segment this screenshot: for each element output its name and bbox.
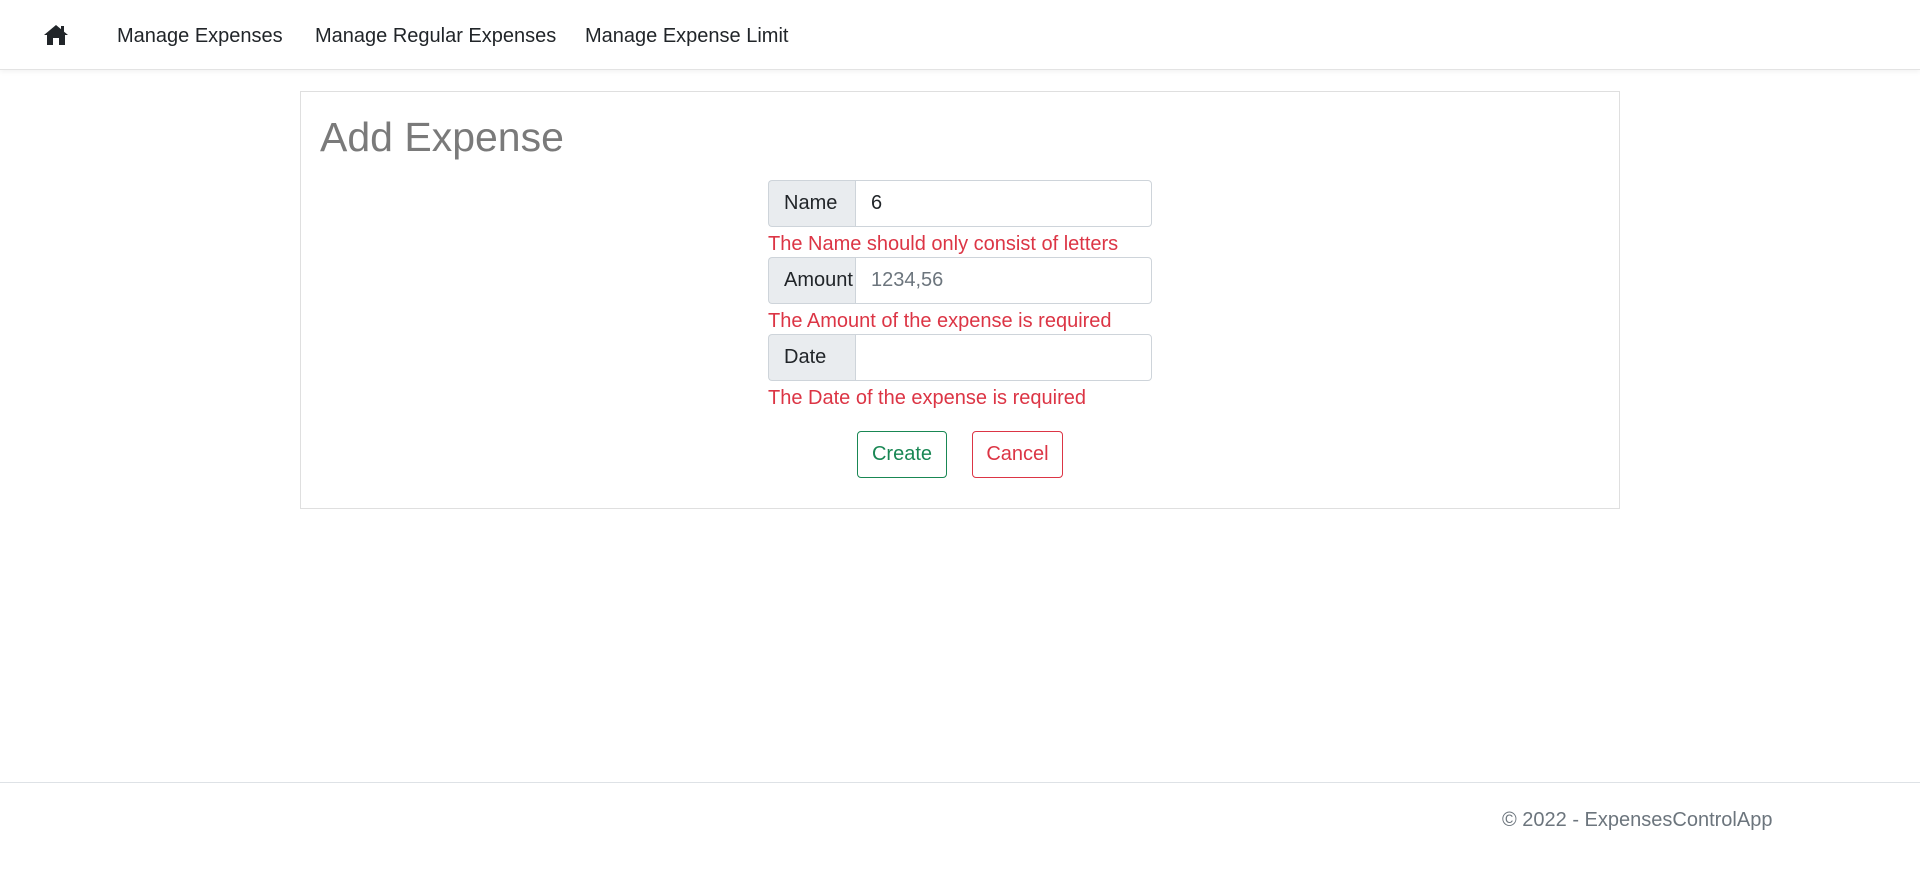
date-input[interactable] bbox=[855, 334, 1152, 381]
cancel-button[interactable]: Cancel bbox=[972, 431, 1063, 478]
footer-copyright: © 2022 - ExpensesControlApp bbox=[1502, 809, 1773, 831]
name-label: Name bbox=[768, 180, 855, 227]
home-icon[interactable] bbox=[43, 24, 69, 46]
amount-input[interactable] bbox=[855, 257, 1152, 304]
date-input-group: Date bbox=[768, 334, 1152, 381]
name-input[interactable] bbox=[855, 180, 1152, 227]
create-button[interactable]: Create bbox=[857, 431, 947, 478]
nav-manage-expenses[interactable]: Manage Expenses bbox=[117, 25, 283, 48]
name-input-group: Name bbox=[768, 180, 1152, 227]
name-error: The Name should only consist of letters bbox=[768, 233, 1119, 255]
top-navbar: Manage Expenses Manage Regular Expenses … bbox=[0, 0, 1920, 70]
page-title: Add Expense bbox=[320, 114, 564, 160]
amount-error: The Amount of the expense is required bbox=[768, 310, 1112, 332]
date-label: Date bbox=[768, 334, 855, 381]
nav-manage-expense-limit[interactable]: Manage Expense Limit bbox=[585, 25, 788, 48]
nav-manage-regular-expenses[interactable]: Manage Regular Expenses bbox=[315, 25, 556, 48]
date-error: The Date of the expense is required bbox=[768, 387, 1086, 409]
amount-input-group: Amount bbox=[768, 257, 1152, 304]
amount-label: Amount bbox=[768, 257, 855, 304]
home-icon-svg bbox=[44, 25, 68, 45]
